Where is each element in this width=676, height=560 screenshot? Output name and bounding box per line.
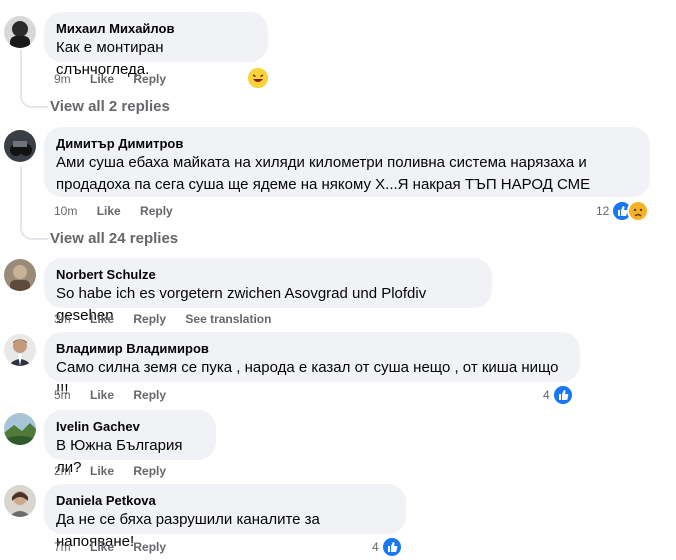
comment-time[interactable]: 5m	[54, 388, 71, 402]
avatar[interactable]	[4, 485, 36, 517]
reply-button[interactable]: Reply	[133, 388, 166, 402]
comment-author[interactable]: Ivelin Gachev	[56, 418, 204, 435]
comment-bubble: Михаил Михайлов Как е монтиран слънчогле…	[44, 12, 268, 78]
comment-bubble: Norbert Schulze So habe ich es vorgetern…	[44, 258, 492, 324]
reply-button[interactable]: Reply	[133, 540, 166, 554]
comment-bubble: Ivelin Gachev В Южна България ли?	[44, 410, 216, 476]
comment-text: продадоха па сега суша ще ядеме на няком…	[56, 176, 591, 193]
reactions-summary[interactable]: 12	[596, 200, 650, 222]
like-button[interactable]: Like	[90, 464, 114, 478]
comment-meta: 7m Like Reply	[54, 539, 182, 555]
comment-time[interactable]: 2m	[54, 464, 71, 478]
comment-text: Ами суша ебаха майката на хиляди километ…	[56, 154, 587, 171]
comment-author[interactable]: Daniela Petkova	[56, 492, 394, 509]
like-reaction-icon	[380, 536, 403, 558]
view-replies-link[interactable]: View all 24 replies	[50, 229, 178, 249]
comment-time[interactable]: 9m	[54, 72, 71, 86]
reply-button[interactable]: Reply	[133, 72, 166, 86]
comment-bubble: Димитър Димитров Ами суша ебаха майката …	[44, 127, 650, 197]
comment-time[interactable]: 3m	[54, 312, 71, 326]
like-button[interactable]: Like	[90, 72, 114, 86]
comment-author[interactable]: Владимир Владимиров	[56, 340, 568, 357]
thread-line	[20, 50, 22, 90]
comment-time[interactable]: 7m	[54, 540, 71, 554]
thread-connector	[20, 220, 48, 240]
avatar[interactable]	[4, 259, 36, 291]
like-button[interactable]: Like	[90, 312, 114, 326]
comment-meta: 3m Like Reply See translation	[54, 311, 287, 327]
comment-meta: 2m Like Reply	[54, 463, 182, 479]
comment-meta: 5m Like Reply	[54, 387, 182, 403]
emoji-reaction-icon[interactable]	[248, 68, 268, 88]
comment-meta: 9m Like Reply	[54, 71, 182, 87]
like-button[interactable]: Like	[97, 204, 121, 218]
thread-line	[20, 166, 22, 222]
see-translation-button[interactable]: See translation	[185, 312, 271, 326]
reaction-count: 4	[372, 540, 379, 554]
like-button[interactable]: Like	[90, 388, 114, 402]
comment-author[interactable]: Димитър Димитров	[56, 135, 638, 152]
reaction-count: 12	[596, 204, 610, 218]
sad-reaction-icon	[627, 200, 650, 222]
thread-connector	[20, 88, 48, 108]
avatar[interactable]	[4, 334, 36, 366]
reply-button[interactable]: Reply	[133, 312, 166, 326]
comment-bubble: Daniela Petkova Да не се бяха разрушили …	[44, 484, 406, 550]
view-replies-link[interactable]: View all 2 replies	[50, 97, 170, 117]
reaction-count: 4	[543, 388, 550, 402]
like-button[interactable]: Like	[90, 540, 114, 554]
reactions-summary[interactable]: 4	[543, 384, 574, 406]
comment-author[interactable]: Михаил Михайлов	[56, 20, 256, 37]
reply-button[interactable]: Reply	[133, 464, 166, 478]
reply-button[interactable]: Reply	[140, 204, 173, 218]
comment-bubble: Владимир Владимиров Само силна земя се п…	[44, 332, 580, 398]
comment-meta: 10m Like Reply	[54, 203, 189, 219]
reactions-summary[interactable]: 4	[372, 536, 403, 558]
comment-time[interactable]: 10m	[54, 204, 77, 218]
avatar[interactable]	[4, 130, 36, 162]
avatar[interactable]	[4, 413, 36, 445]
comment-author[interactable]: Norbert Schulze	[56, 266, 480, 283]
like-reaction-icon	[551, 384, 574, 406]
avatar[interactable]	[4, 16, 36, 48]
